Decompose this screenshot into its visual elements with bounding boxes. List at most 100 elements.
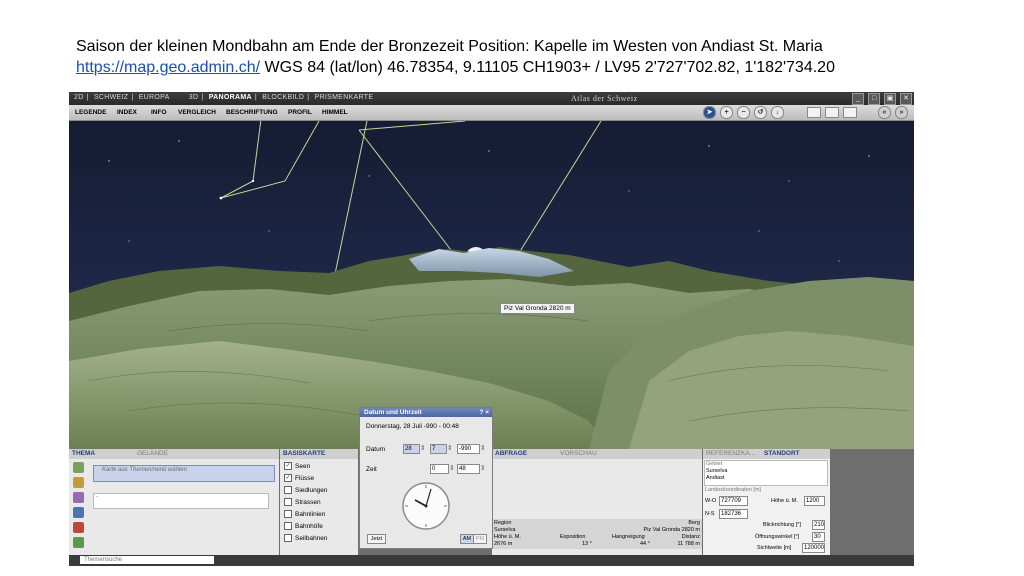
ns-input[interactable]: 182736: [719, 509, 748, 519]
menu-profil[interactable]: PROFIL: [288, 109, 312, 116]
layer-bahnhoefe[interactable]: Bahnhöfe: [284, 522, 323, 532]
tab-gelaende[interactable]: GELÄNDE: [137, 450, 168, 457]
nav-blockbild[interactable]: BLOCKBILD: [262, 94, 304, 101]
jetzt-button[interactable]: Jetzt: [367, 534, 386, 544]
nav-schweiz[interactable]: SCHWEIZ: [94, 94, 128, 101]
theme-society-icon[interactable]: [73, 492, 84, 503]
menu-bar: LEGENDE INDEX INFO VERGLEICH BESCHRIFTUN…: [69, 105, 914, 121]
navigation-tools: ➤ + − ↺ ↓: [703, 106, 788, 119]
pointer-icon[interactable]: ➤: [703, 106, 716, 119]
help-icon[interactable]: ?: [479, 409, 483, 416]
layout-single-icon[interactable]: [807, 107, 821, 118]
layout-split-icon[interactable]: [825, 107, 839, 118]
layer-bahnhoefe-checkbox[interactable]: [284, 522, 292, 531]
theme-nature-icon[interactable]: [73, 462, 84, 473]
tab-vorschau[interactable]: VORSCHAU: [560, 450, 597, 457]
minimize-icon[interactable]: _: [852, 93, 865, 105]
day-spinner-icon[interactable]: ⇕: [420, 444, 425, 452]
restore-icon[interactable]: □: [868, 93, 881, 105]
basiskarte-tabs: BASISKARTE: [280, 449, 358, 459]
menu-vergleich[interactable]: VERGLEICH: [178, 109, 216, 116]
nav-3d[interactable]: 3D: [189, 94, 199, 101]
blick-input[interactable]: 210: [812, 520, 825, 530]
terrain-rendering: [69, 118, 914, 449]
layer-strassen-checkbox[interactable]: [284, 498, 292, 507]
layer-bahnlinien[interactable]: Bahnlinien: [284, 510, 325, 520]
close-icon[interactable]: ✕: [900, 93, 912, 105]
layer-strassen[interactable]: Strassen: [284, 498, 321, 508]
maximize-icon[interactable]: ▣: [884, 93, 897, 105]
menu-himmel[interactable]: HIMMEL: [322, 109, 348, 116]
basiskarte-panel: BASISKARTE ✓ Seen ✓ Flüsse Siedlungen Stra…: [280, 449, 358, 555]
nav-panorama[interactable]: PANORAMA: [209, 94, 252, 101]
zoom-in-icon[interactable]: +: [720, 106, 733, 119]
layer-seilbahnen-checkbox[interactable]: [284, 534, 292, 543]
layout-none-icon[interactable]: [843, 107, 857, 118]
region-label: Region: [494, 520, 512, 526]
month-input[interactable]: 7: [430, 444, 447, 454]
layer-seilbahnen[interactable]: Seilbahnen: [284, 534, 328, 544]
month-spinner-icon[interactable]: ⇕: [447, 444, 452, 452]
tab-referenzkarte[interactable]: REFERENZKA...: [706, 450, 755, 457]
back-icon[interactable]: «: [878, 106, 891, 119]
layer-fluesse[interactable]: ✓ Flüsse: [284, 474, 314, 484]
dialog-header: Datum und Uhrzeit ? ×: [360, 408, 492, 417]
hour-spinner-icon[interactable]: ⇕: [449, 464, 454, 472]
minute-spinner-icon[interactable]: ⇕: [480, 464, 485, 472]
exposition-value: 13 °: [582, 541, 592, 547]
theme-transport-icon[interactable]: [73, 522, 84, 533]
wo-input[interactable]: 727709: [719, 496, 748, 506]
layer-siedlungen-checkbox[interactable]: [284, 486, 292, 495]
abfrage-tabs: ABFRAGE VORSCHAU: [492, 449, 702, 459]
hangneigung-value: 44 °: [640, 541, 650, 547]
zoom-out-icon[interactable]: −: [737, 106, 750, 119]
thema-tabs: THEMA GELÄNDE: [69, 449, 279, 459]
day-input[interactable]: 28: [403, 444, 420, 454]
am-toggle[interactable]: AM: [460, 534, 474, 544]
tab-basiskarte[interactable]: BASISKARTE: [283, 450, 325, 457]
tab-thema[interactable]: THEMA: [72, 450, 95, 457]
layer-fluesse-checkbox[interactable]: ✓: [284, 474, 292, 483]
layer-seen-label: Seen: [295, 463, 311, 470]
gebiet-value-1: Surselva: [706, 468, 728, 474]
year-spinner-icon[interactable]: ⇕: [480, 444, 485, 452]
geo-admin-link[interactable]: https://map.geo.admin.ch/: [76, 59, 260, 76]
layer-seen-checkbox[interactable]: ✓: [284, 462, 292, 471]
dialog-close-icon[interactable]: ×: [485, 409, 489, 416]
menu-legende[interactable]: LEGENDE: [75, 109, 106, 116]
forward-icon[interactable]: »: [895, 106, 908, 119]
themensuche-input[interactable]: Themensuche: [80, 556, 214, 564]
tab-abfrage[interactable]: ABFRAGE: [495, 450, 527, 457]
layer-seen[interactable]: ✓ Seen: [284, 462, 310, 472]
nav-prismenkarte[interactable]: PRISMENKARTE: [315, 94, 374, 101]
theme-environment-icon[interactable]: [73, 537, 84, 548]
panorama-view[interactable]: Piz Val Gronda 2820 m: [69, 118, 914, 449]
minute-input[interactable]: 48: [457, 464, 480, 474]
theme-subselect[interactable]: -: [93, 493, 269, 509]
date-time-dialog: Datum und Uhrzeit ? × Donnerstag, 28 Jul…: [359, 407, 493, 549]
blick-label: Blickrichtung [°]: [763, 522, 801, 528]
theme-people-icon[interactable]: [73, 477, 84, 488]
layer-siedlungen[interactable]: Siedlungen: [284, 486, 328, 496]
rotate-icon[interactable]: ↺: [754, 106, 767, 119]
layer-bahnlinien-checkbox[interactable]: [284, 510, 292, 519]
nav-2d[interactable]: 2D: [74, 94, 84, 101]
oeffnung-input[interactable]: 30: [812, 532, 825, 542]
history-tools: «»: [874, 106, 908, 119]
zeit-label: Zeit: [366, 466, 377, 473]
tab-standort[interactable]: STANDORT: [764, 450, 800, 457]
theme-select[interactable]: Karte aus Themenmenü wählen: [93, 465, 275, 482]
menu-beschriftung[interactable]: BESCHRIFTUNG: [226, 109, 278, 116]
tilt-icon[interactable]: ↓: [771, 106, 784, 119]
hour-input[interactable]: 0: [430, 464, 449, 474]
hoehe-input[interactable]: 1200: [804, 496, 825, 506]
menu-info[interactable]: INFO: [151, 109, 167, 116]
layer-bahnlinien-label: Bahnlinien: [295, 511, 326, 518]
sicht-input[interactable]: 120000: [802, 543, 825, 553]
theme-economy-icon[interactable]: [73, 507, 84, 518]
hangneigung-col-label: Hangneigung: [612, 534, 645, 540]
nav-europa[interactable]: EUROPA: [139, 94, 170, 101]
pm-toggle[interactable]: PM: [473, 534, 487, 544]
year-input[interactable]: -990: [457, 444, 480, 454]
menu-index[interactable]: INDEX: [117, 109, 137, 116]
